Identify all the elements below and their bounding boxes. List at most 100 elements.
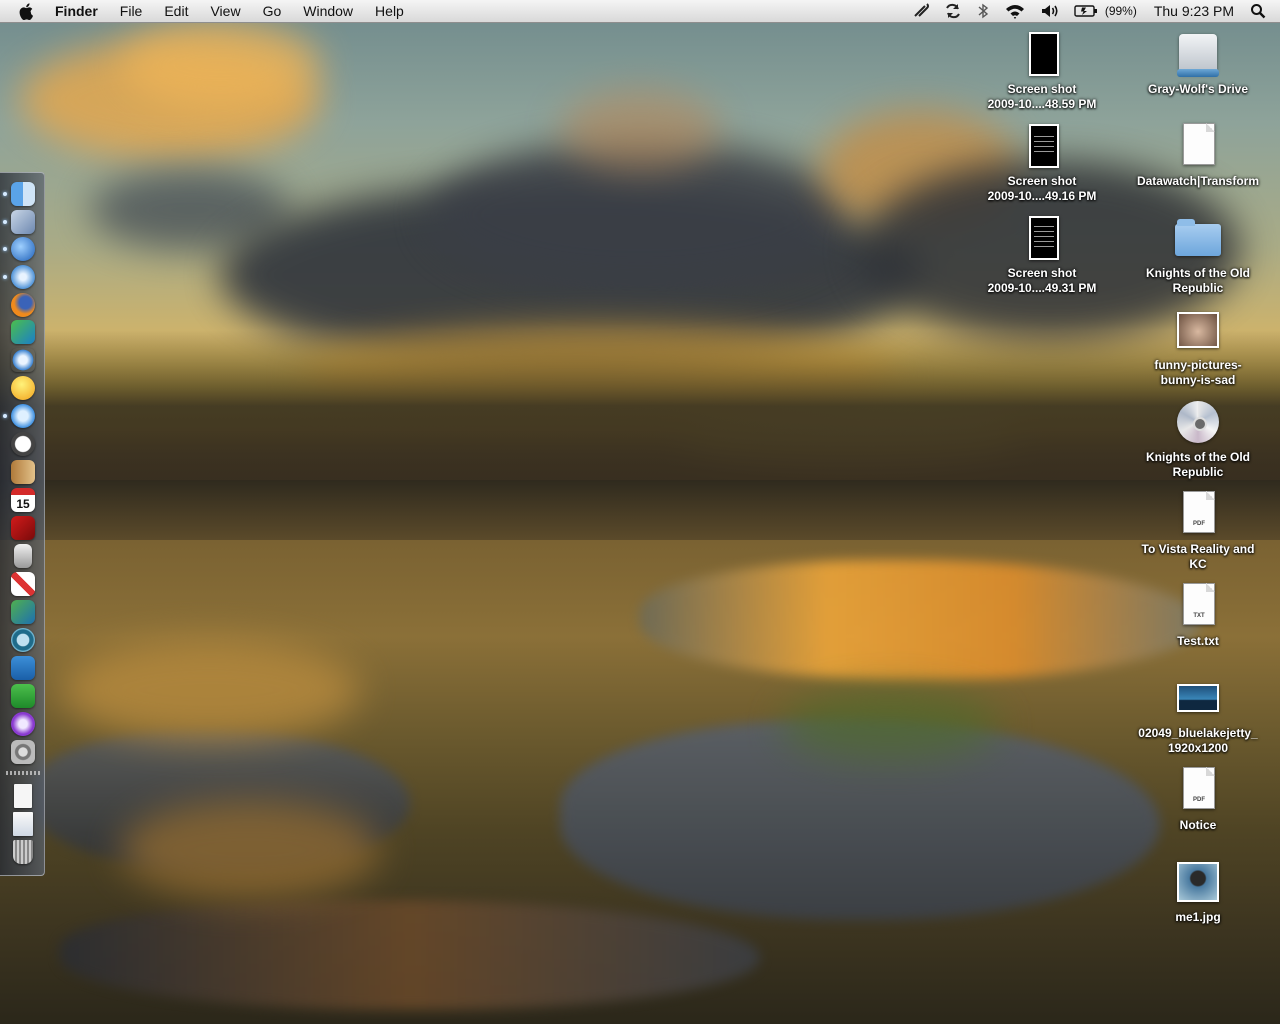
desktop-icon-image[interactable]: funny-pictures-bunny-is-sad [1128, 306, 1268, 388]
dock-item-usb-drive[interactable] [8, 543, 38, 569]
icon-label: Gray-Wolf's Drive [1148, 82, 1248, 96]
battery-percent[interactable]: (99%) [1105, 0, 1144, 22]
internet-explorer-icon [11, 237, 35, 261]
adium-icon [11, 376, 35, 400]
image-thumbnail-icon [1174, 306, 1222, 354]
desktop-icon-image[interactable]: 02049_bluelakejetty_ 1920x1200 [1128, 674, 1268, 756]
desktop-icon-screenshot[interactable]: Screen shot 2009-10....49.16 PM [972, 122, 1112, 204]
icon-label: Screen shot [1007, 82, 1077, 96]
address-book-icon [11, 460, 35, 484]
dock-item-internet-explorer[interactable] [8, 236, 38, 262]
menu-help[interactable]: Help [364, 0, 415, 22]
itunes-icon [11, 404, 35, 428]
app-menu-finder[interactable]: Finder [44, 0, 109, 22]
dock-item-mail[interactable] [8, 209, 38, 235]
excel-icon [11, 684, 35, 708]
bluetooth-icon[interactable] [969, 0, 997, 22]
folder-icon [1174, 214, 1222, 262]
icon-label: Republic [1172, 465, 1224, 479]
desktop-icon-hard-drive[interactable]: Gray-Wolf's Drive [1128, 30, 1268, 97]
sync-icon[interactable] [937, 0, 969, 22]
dvd-disc-icon [1174, 398, 1222, 446]
icon-label: Knights of the Old [1146, 450, 1250, 464]
running-indicator [3, 220, 7, 224]
menu-file[interactable]: File [109, 0, 154, 22]
clock[interactable]: Thu 9:23 PM [1144, 0, 1244, 22]
icon-label: Republic [1172, 281, 1224, 295]
dock-item-itunes[interactable] [8, 403, 38, 429]
dock-item-word[interactable] [8, 655, 38, 681]
battery-icon[interactable] [1067, 0, 1105, 22]
dock-item-safari[interactable] [8, 264, 38, 290]
menu-window[interactable]: Window [292, 0, 364, 22]
spotlight-icon[interactable] [1244, 0, 1280, 22]
mail-icon [11, 210, 35, 234]
calendar-day: 15 [16, 497, 30, 511]
text-file-icon: TXT [1174, 582, 1222, 630]
volume-icon[interactable] [1033, 0, 1067, 22]
preview-icon [11, 600, 35, 624]
file-type-tag: TXT [1193, 613, 1205, 619]
icon-label: me1.jpg [1175, 910, 1221, 924]
dock-item-documents-stack[interactable] [8, 783, 38, 809]
apple-menu-icon[interactable] [16, 1, 36, 21]
dock-item-photo-booth[interactable] [8, 515, 38, 541]
icon-label: funny-pictures- [1154, 358, 1242, 372]
clock-icon [11, 432, 35, 456]
menu-bar: Finder File Edit View Go Window Help (99… [0, 0, 1280, 23]
dock-item-solitaire[interactable] [8, 571, 38, 597]
wifi-icon[interactable] [997, 0, 1033, 22]
photo-booth-icon [11, 516, 35, 540]
icon-label: Screen shot [1007, 266, 1077, 280]
icon-label: Test.txt [1177, 634, 1219, 648]
dock-item-messenger[interactable] [8, 319, 38, 345]
file-type-tag: PDF [1193, 797, 1205, 803]
ie-logo-icon [11, 712, 35, 736]
calendar-icon: 15 [11, 488, 35, 512]
dock-item-ical[interactable]: 15 [8, 487, 38, 513]
dock-item-finder[interactable] [8, 181, 38, 207]
desktop-icon-image[interactable]: me1.jpg [1128, 858, 1268, 925]
running-indicator [3, 414, 7, 418]
icon-label: KC [1189, 557, 1207, 571]
image-thumbnail-icon [1174, 674, 1222, 722]
script-icon[interactable] [905, 0, 937, 22]
messenger-icon [11, 320, 35, 344]
screenshot-thumbnail-icon [1018, 214, 1066, 262]
desktop-icon-document[interactable]: Datawatch|Transform [1128, 122, 1268, 189]
document-icon [1174, 122, 1222, 170]
dock-item-time-machine[interactable] [8, 627, 38, 653]
finder-icon [11, 182, 35, 206]
dock-item-excel[interactable] [8, 683, 38, 709]
icon-label: 2009-10....48.59 PM [987, 97, 1097, 111]
desktop-icon-screenshot[interactable]: Screen shot 2009-10....48.59 PM [972, 30, 1112, 112]
menu-edit[interactable]: Edit [153, 0, 199, 22]
time-machine-icon [11, 628, 35, 652]
menu-view[interactable]: View [199, 0, 251, 22]
network-icon [11, 348, 35, 372]
dock-item-network[interactable] [8, 347, 38, 373]
menu-go[interactable]: Go [252, 0, 293, 22]
desktop-icon-folder[interactable]: Knights of the Old Republic [1128, 214, 1268, 296]
dock-item-system-preferences[interactable] [8, 739, 38, 765]
dock-item-adium[interactable] [8, 375, 38, 401]
image-thumbnail-icon [1174, 858, 1222, 906]
downloads-stack-icon [13, 812, 33, 836]
dock-item-clock[interactable] [8, 431, 38, 457]
desktop-icon-pdf[interactable]: PDF Notice [1128, 766, 1268, 833]
dock-item-firefox[interactable] [8, 292, 38, 318]
desktop-icon-text-file[interactable]: TXT Test.txt [1128, 582, 1268, 649]
dock-item-downloads-stack[interactable] [8, 811, 38, 837]
dock-item-trash[interactable] [8, 839, 38, 865]
icon-label: Notice [1179, 818, 1217, 832]
desktop-icon-dvd[interactable]: Knights of the Old Republic [1128, 398, 1268, 480]
icon-label: bunny-is-sad [1160, 373, 1236, 387]
desktop-icon-screenshot[interactable]: Screen shot 2009-10....49.31 PM [972, 214, 1112, 296]
dock-item-address-book[interactable] [8, 459, 38, 485]
dock-item-preview[interactable] [8, 599, 38, 625]
desktop-icon-pdf[interactable]: PDF To Vista Reality and KC [1128, 490, 1268, 572]
document-stack-icon [14, 784, 32, 808]
running-indicator [3, 275, 7, 279]
dock-item-ie-blue[interactable] [8, 711, 38, 737]
usb-drive-icon [14, 544, 32, 568]
